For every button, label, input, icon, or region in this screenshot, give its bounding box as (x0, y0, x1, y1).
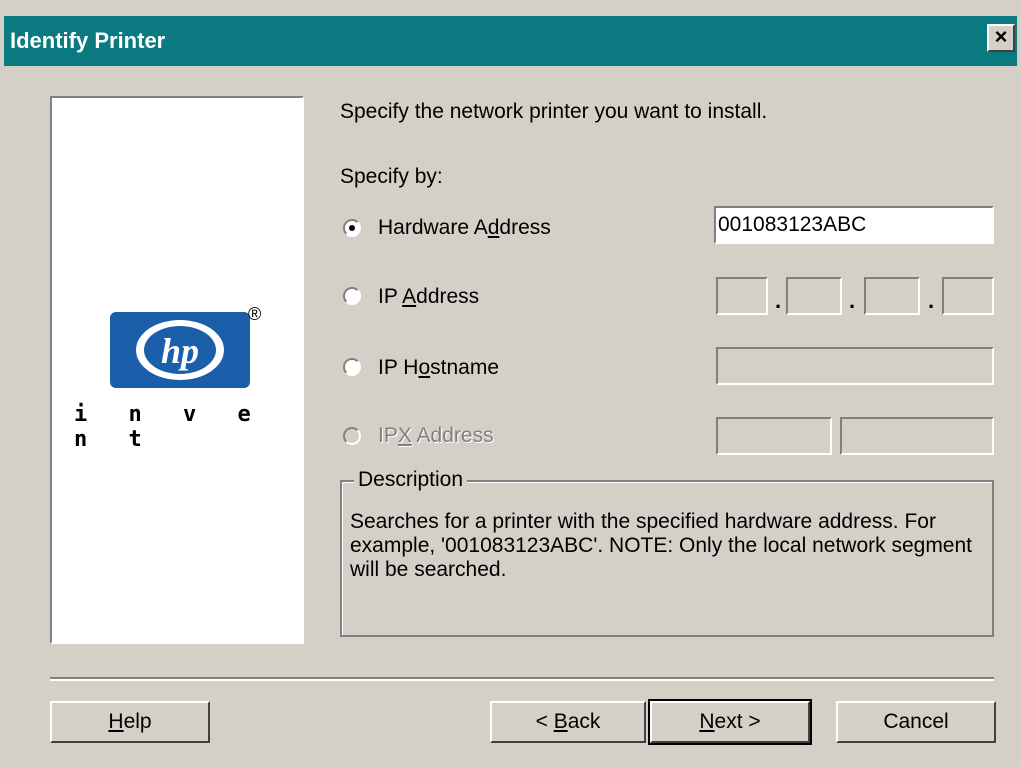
back-button[interactable]: < Back (490, 701, 646, 743)
ip-separator: . (928, 288, 935, 313)
hp-logo-text: hp (161, 331, 199, 371)
logo-panel: hp ® i n v e n t (50, 96, 304, 644)
hardware-address-input[interactable] (714, 206, 994, 244)
ip-hostname-label[interactable]: IP Hostname (378, 356, 499, 380)
specify-by-label: Specify by: (340, 165, 443, 188)
ip-address-radio[interactable] (343, 287, 361, 305)
ip-hostname-radio[interactable] (343, 358, 361, 376)
title-bar[interactable]: Identify Printer × (4, 16, 1017, 66)
cancel-button[interactable]: Cancel (836, 701, 996, 743)
window-title: Identify Printer (10, 28, 166, 53)
ip-separator: . (849, 288, 856, 313)
hardware-address-radio[interactable] (343, 219, 361, 237)
hardware-address-field[interactable] (716, 208, 992, 242)
ipx-address-label: IPX Address (378, 424, 494, 447)
close-icon: × (994, 24, 1008, 49)
hp-tagline: i n v e n t (74, 402, 265, 452)
description-text: Searches for a printer with the specifie… (350, 510, 973, 581)
ip-address-label[interactable]: IP Address (378, 285, 479, 309)
hardware-address-label[interactable]: Hardware Address (378, 216, 551, 240)
close-button[interactable]: × (987, 24, 1015, 52)
ipx-network-input (716, 417, 832, 455)
next-button[interactable]: Next > (648, 699, 812, 745)
registered-mark: ® (248, 304, 262, 324)
divider (50, 677, 994, 681)
ip-octet-2[interactable] (786, 277, 842, 315)
hp-logo-icon: hp (110, 312, 250, 388)
description-legend: Description (354, 468, 468, 492)
ipx-node-input (840, 417, 994, 455)
ip-octet-3[interactable] (864, 277, 920, 315)
ip-octet-1[interactable] (716, 277, 768, 315)
ip-separator: . (775, 288, 782, 313)
ip-hostname-input[interactable] (716, 347, 994, 385)
intro-text: Specify the network printer you want to … (340, 100, 768, 123)
identify-printer-dialog: Identify Printer × hp ® i n v e n t Spec… (0, 0, 1021, 767)
ip-octet-4[interactable] (942, 277, 994, 315)
help-button[interactable]: Help (50, 701, 210, 743)
description-group: Description Searches for a printer with … (340, 468, 994, 637)
radio-selected-dot (349, 225, 355, 231)
ipx-address-radio (343, 427, 361, 445)
